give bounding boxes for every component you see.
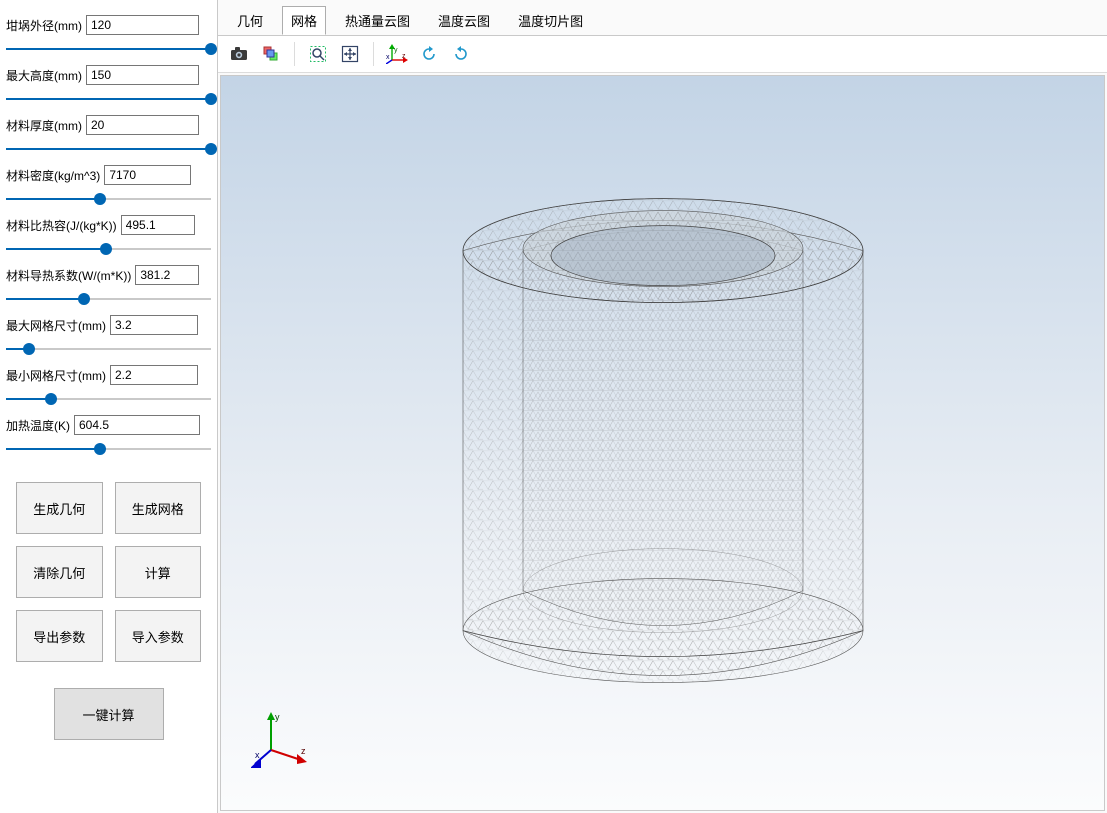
param-input[interactable] — [86, 65, 199, 85]
parameter-sidebar: 坩埚外径(mm) 最大高度(mm) 材料厚度(mm) 材料密度(kg/m^3) 材料比热… — [0, 0, 218, 813]
param-label: 材料导热系数(W/(m*K)) — [6, 267, 131, 284]
tab-2[interactable]: 热通量云图 — [336, 6, 419, 35]
tab-3[interactable]: 温度云图 — [429, 6, 499, 35]
rotate-cw-icon[interactable] — [448, 41, 474, 67]
param-input[interactable] — [121, 215, 195, 235]
tab-1[interactable]: 网格 — [282, 6, 326, 35]
svg-text:x: x — [386, 54, 390, 61]
param-slider[interactable] — [6, 88, 211, 110]
param-label: 坩埚外径(mm) — [6, 17, 82, 34]
sidebar-button-5[interactable]: 导入参数 — [115, 610, 202, 662]
sidebar-button-4[interactable]: 导出参数 — [16, 610, 103, 662]
tab-bar: 几何网格热通量云图温度云图温度切片图 — [218, 0, 1107, 36]
mesh-preview — [393, 121, 933, 741]
sidebar-button-0[interactable]: 生成几何 — [16, 482, 103, 534]
toolbar-separator — [294, 42, 295, 66]
param-slider[interactable] — [6, 238, 211, 260]
svg-text:z: z — [301, 746, 306, 756]
viewport-3d[interactable]: y z x — [220, 75, 1105, 811]
tab-4[interactable]: 温度切片图 — [509, 6, 592, 35]
rotate-ccw-icon[interactable] — [416, 41, 442, 67]
param-label: 最大网格尺寸(mm) — [6, 317, 106, 334]
svg-text:z: z — [402, 53, 406, 60]
param-label: 材料密度(kg/m^3) — [6, 167, 100, 184]
param-input[interactable] — [110, 315, 198, 335]
param-label: 最小网格尺寸(mm) — [6, 367, 106, 384]
param-slider[interactable] — [6, 338, 211, 360]
param-input[interactable] — [110, 365, 198, 385]
param-input[interactable] — [104, 165, 191, 185]
toolbar-separator — [373, 42, 374, 66]
param-input[interactable] — [74, 415, 200, 435]
param-input[interactable] — [86, 15, 199, 35]
sidebar-button-3[interactable]: 计算 — [115, 546, 202, 598]
param-slider[interactable] — [6, 288, 211, 310]
svg-text:x: x — [255, 750, 260, 760]
print-layout-icon[interactable] — [258, 41, 284, 67]
svg-text:y: y — [394, 47, 398, 54]
axis-gizmo: y z x — [251, 710, 311, 770]
sidebar-button-1[interactable]: 生成网格 — [115, 482, 202, 534]
param-slider[interactable] — [6, 438, 211, 460]
param-label: 最大高度(mm) — [6, 67, 82, 84]
param-slider[interactable] — [6, 388, 211, 410]
param-slider[interactable] — [6, 138, 211, 160]
viewport-toolbar: yz x — [218, 36, 1107, 73]
param-input[interactable] — [86, 115, 199, 135]
camera-icon[interactable] — [226, 41, 252, 67]
one-click-compute-button[interactable]: 一键计算 — [54, 688, 164, 740]
default-view-icon[interactable]: yz x — [384, 41, 410, 67]
param-label: 材料比热容(J/(kg*K)) — [6, 217, 117, 234]
param-slider[interactable] — [6, 38, 211, 60]
param-label: 材料厚度(mm) — [6, 117, 82, 134]
param-input[interactable] — [135, 265, 199, 285]
tab-0[interactable]: 几何 — [228, 6, 272, 35]
sidebar-button-2[interactable]: 清除几何 — [16, 546, 103, 598]
svg-text:y: y — [275, 712, 280, 722]
param-label: 加热温度(K) — [6, 417, 70, 434]
zoom-window-icon[interactable] — [305, 41, 331, 67]
zoom-extents-icon[interactable] — [337, 41, 363, 67]
param-slider[interactable] — [6, 188, 211, 210]
